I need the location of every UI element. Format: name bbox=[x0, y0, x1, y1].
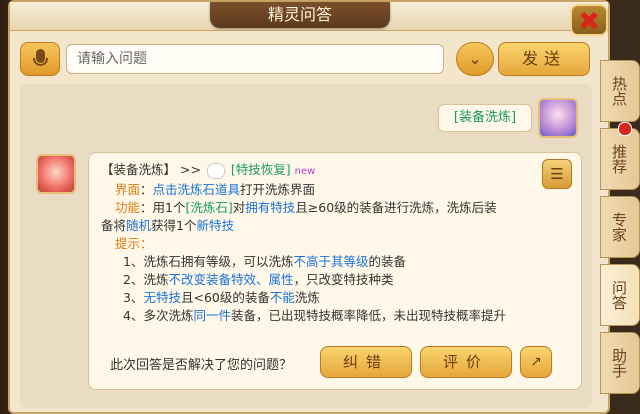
pet-icon bbox=[206, 162, 225, 179]
close-icon: ✖ bbox=[578, 7, 600, 37]
notification-dot bbox=[618, 122, 632, 136]
qa-window: 精灵问答 ⌄ 发送 [装备洗炼] ☰ 【装备洗炼】 >> [特技恢复] new … bbox=[8, 0, 610, 414]
function-text-3: 备将 bbox=[101, 218, 127, 233]
new-badge: new bbox=[294, 166, 316, 177]
tip-2-text-c: ，只改变特技种类 bbox=[293, 272, 394, 287]
microphone-stand-icon bbox=[33, 58, 48, 66]
function-highlight: 拥有特技 bbox=[245, 200, 296, 215]
share-icon: ↗ bbox=[530, 354, 542, 370]
function-new-skill: 新特技 bbox=[196, 218, 234, 233]
tip-3-highlight-2: 不能 bbox=[269, 290, 295, 305]
tip-4: 4、多次洗炼同一件装备，已出现特技概率降低，未出现特技概率提升 bbox=[101, 307, 541, 325]
assistant-message-text: 【装备洗炼】 >> [特技恢复] new 界面：点击洗炼石道具打开洗炼界面 功能… bbox=[101, 161, 541, 325]
tip-2-highlight: 不改变装备特效、属性 bbox=[168, 272, 294, 287]
tab-hot[interactable]: 热点 bbox=[600, 60, 640, 122]
tip-1-highlight: 不高于其等级 bbox=[293, 254, 369, 269]
rate-button[interactable]: 评价 bbox=[420, 346, 512, 378]
tab-recommend[interactable]: 推荐 bbox=[600, 128, 640, 190]
tip-1: 1、洗炼石拥有等级，可以洗炼不高于其等级的装备 bbox=[101, 253, 541, 271]
assistant-avatar bbox=[36, 154, 76, 194]
function-random: 随机 bbox=[126, 218, 152, 233]
user-message-bubble[interactable]: [装备洗炼] bbox=[438, 104, 532, 132]
tip-4-text-c: 装备，已出现特技概率降低，未出现特技概率提升 bbox=[230, 308, 506, 323]
function-label: 功能 bbox=[115, 200, 141, 215]
tips-colon: ： bbox=[140, 236, 153, 251]
send-button[interactable]: 发送 bbox=[498, 42, 590, 76]
tips-label: 提示 bbox=[115, 236, 141, 251]
interface-line: 界面：点击洗炼石道具打开洗炼界面 bbox=[101, 181, 541, 199]
question-input[interactable] bbox=[66, 44, 444, 74]
user-avatar bbox=[538, 98, 578, 138]
function-text-4: 获得1个 bbox=[151, 218, 197, 233]
voice-input-button[interactable] bbox=[20, 42, 60, 76]
heading-tag: 【装备洗炼】 bbox=[101, 162, 177, 177]
heading-arrow: >> bbox=[180, 162, 201, 177]
tip-1-text-c: 的装备 bbox=[368, 254, 406, 269]
title-bar: 精灵问答 bbox=[10, 2, 608, 31]
interface-sep: ： bbox=[140, 182, 153, 197]
function-text-2: 且≥60级的装备进行洗炼，洗炼后装 bbox=[295, 200, 497, 215]
tip-3-text-a: 3、 bbox=[123, 290, 144, 305]
wash-stone-link[interactable]: [洗炼石] bbox=[185, 200, 232, 215]
tip-4-text-a: 4、多次洗炼 bbox=[123, 308, 194, 323]
tip-3-text-c: 且<60级的装备 bbox=[180, 290, 270, 305]
tab-helper[interactable]: 助手 bbox=[600, 332, 640, 394]
tips-heading: 提示： bbox=[101, 235, 541, 253]
tab-expert[interactable]: 专家 bbox=[600, 196, 640, 258]
function-line-2: 备将随机获得1个新特技 bbox=[101, 217, 541, 235]
function-text-1: 对 bbox=[232, 200, 246, 215]
interface-link[interactable]: 点击洗炼石道具 bbox=[153, 182, 241, 197]
tip-3-text-e: 洗炼 bbox=[294, 290, 320, 305]
chevron-down-icon[interactable]: ⌄ bbox=[456, 42, 494, 76]
tab-qa[interactable]: 问答 bbox=[600, 264, 640, 326]
feedback-question: 此次回答是否解决了您的问题？ bbox=[110, 358, 293, 373]
interface-label: 界面 bbox=[115, 182, 141, 197]
interface-rest: 打开洗炼界面 bbox=[240, 182, 316, 197]
close-button[interactable]: ✖ bbox=[570, 4, 608, 37]
function-line-1: 功能：用1个[洗炼石]对拥有特技且≥60级的装备进行洗炼，洗炼后装 bbox=[101, 199, 541, 217]
related-topic-link[interactable]: [特技恢复] bbox=[231, 162, 291, 177]
message-heading: 【装备洗炼】 >> [特技恢复] new bbox=[101, 161, 541, 181]
share-button[interactable]: ↗ bbox=[520, 346, 552, 378]
tip-2: 2、洗炼不改变装备特效、属性，只改变特技种类 bbox=[101, 271, 541, 289]
correct-error-button[interactable]: 纠错 bbox=[320, 346, 412, 378]
tip-3-highlight-1: 无特技 bbox=[143, 290, 181, 305]
function-sep: ：用1个 bbox=[140, 200, 186, 215]
tip-3: 3、无特技且<60级的装备不能洗炼 bbox=[101, 289, 541, 307]
book-icon[interactable]: ☰ bbox=[542, 159, 572, 189]
tip-1-text-a: 1、洗炼石拥有等级，可以洗炼 bbox=[123, 254, 294, 269]
chat-area: [装备洗炼] ☰ 【装备洗炼】 >> [特技恢复] new 界面：点击洗炼石道具… bbox=[20, 84, 592, 408]
tip-2-text-a: 2、洗炼 bbox=[123, 272, 169, 287]
tip-4-highlight: 同一件 bbox=[193, 308, 231, 323]
window-title: 精灵问答 bbox=[210, 2, 390, 28]
